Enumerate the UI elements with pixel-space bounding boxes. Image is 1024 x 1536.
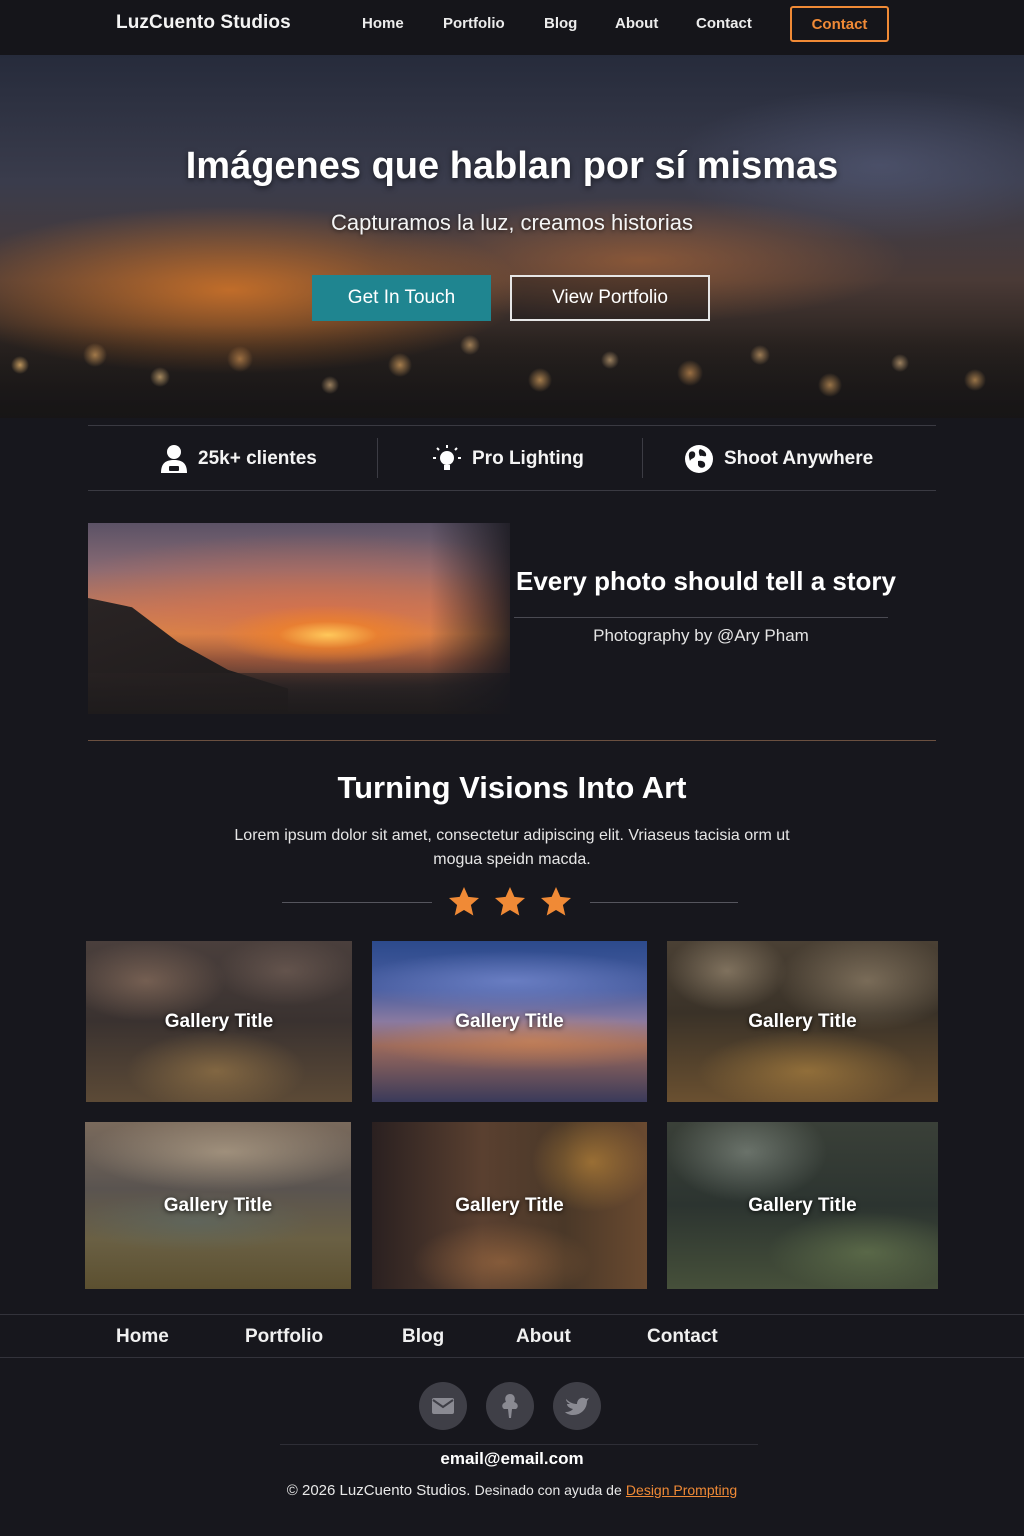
footer-divider xyxy=(280,1444,758,1445)
gallery-title: Gallery Title xyxy=(455,1194,564,1216)
features-strip: 25k+ clientes Pro Lighting Shoot Anywher… xyxy=(88,425,936,491)
user-icon xyxy=(161,445,187,473)
gallery-title: Gallery Title xyxy=(455,1010,564,1032)
light-bulb-icon xyxy=(433,445,461,470)
gallery-tile[interactable]: Gallery Title xyxy=(372,941,647,1102)
footer-about-link[interactable]: About xyxy=(516,1326,571,1348)
star-icon xyxy=(495,887,525,916)
gallery-title: Gallery Title xyxy=(163,1194,273,1216)
nav-about-link[interactable]: About xyxy=(615,15,658,32)
hero-subtitle: Capturamos la luz, creamos historias xyxy=(331,210,693,235)
gallery-tile[interactable]: Gallery Title xyxy=(667,1122,938,1289)
hero-title: Imágenes que hablan por sí mismas xyxy=(185,145,839,187)
photo-credit: Photography by @Ary Pham xyxy=(593,626,809,645)
hero-banner: Imágenes que hablan por sí mismas Captur… xyxy=(0,55,1024,418)
nav-home-link[interactable]: Home xyxy=(362,15,404,32)
get-in-touch-button[interactable]: Get In Touch xyxy=(312,275,491,321)
instagram-icon xyxy=(502,1394,518,1418)
star-icon xyxy=(541,887,571,916)
credit-prefix: Desinado con ayuda de xyxy=(474,1482,622,1498)
footer-email[interactable]: email@email.com xyxy=(0,1449,1024,1469)
feature-clients: 25k+ clientes xyxy=(160,426,317,492)
design-prompting-link[interactable]: Design Prompting xyxy=(626,1482,737,1498)
feature-anywhere-label: Shoot Anywhere xyxy=(724,448,874,469)
nav-portfolio-link[interactable]: Portfolio xyxy=(443,15,505,32)
story-divider xyxy=(514,617,888,618)
hero-bokeh-lights xyxy=(0,325,1024,418)
gallery-tile[interactable]: Gallery Title xyxy=(85,1122,351,1289)
feature-divider xyxy=(377,438,378,478)
globe-icon xyxy=(685,445,713,473)
email-icon xyxy=(432,1398,454,1414)
visions-title: Turning Visions Into Art xyxy=(337,770,687,805)
footer-nav: Home Portfolio Blog About Contact xyxy=(0,1314,1024,1358)
footer-copyright: © 2026 LuzCuento Studios. Desinado con a… xyxy=(0,1482,1024,1499)
stars-right-line xyxy=(590,902,738,903)
footer-contact-link[interactable]: Contact xyxy=(647,1326,718,1348)
gallery-title: Gallery Title xyxy=(748,1010,857,1032)
nav-contact-link[interactable]: Contact xyxy=(696,15,752,32)
view-portfolio-button[interactable]: View Portfolio xyxy=(510,275,710,321)
gallery-title: Gallery Title xyxy=(164,1010,274,1032)
nav-blog-link[interactable]: Blog xyxy=(544,15,577,32)
twitter-icon xyxy=(565,1397,589,1415)
twitter-social-button[interactable] xyxy=(553,1382,601,1430)
star-icon xyxy=(449,887,479,916)
stars-left-line xyxy=(282,902,432,903)
top-navbar: LuzCuento Studios Home Portfolio Blog Ab… xyxy=(0,0,1024,55)
email-social-button[interactable] xyxy=(419,1382,467,1430)
footer-home-link[interactable]: Home xyxy=(116,1326,169,1348)
star-rating xyxy=(446,884,578,920)
feature-clients-label: 25k+ clientes xyxy=(198,448,317,469)
section-divider xyxy=(88,740,936,741)
visions-text: Lorem ipsum dolor sit amet, consectetur … xyxy=(234,827,790,868)
gallery-tile[interactable]: Gallery Title xyxy=(667,941,938,1102)
feature-divider xyxy=(642,438,643,478)
gallery-tile[interactable]: Gallery Title xyxy=(372,1122,647,1289)
brand-logo[interactable]: LuzCuento Studios xyxy=(116,12,291,34)
footer-portfolio-link[interactable]: Portfolio xyxy=(245,1326,323,1348)
sunset-photo xyxy=(88,523,510,714)
feature-lighting-label: Pro Lighting xyxy=(472,448,584,469)
gallery-tile[interactable]: Gallery Title xyxy=(86,941,352,1102)
feature-lighting: Pro Lighting xyxy=(432,426,584,492)
nav-contact-button[interactable]: Contact xyxy=(790,6,889,42)
gallery-title: Gallery Title xyxy=(748,1194,857,1216)
instagram-social-button[interactable] xyxy=(486,1382,534,1430)
story-title: Every photo should tell a story xyxy=(516,566,896,596)
copyright-text: © 2026 LuzCuento Studios. xyxy=(286,1482,471,1499)
footer-blog-link[interactable]: Blog xyxy=(402,1326,444,1348)
feature-anywhere: Shoot Anywhere xyxy=(684,426,873,492)
